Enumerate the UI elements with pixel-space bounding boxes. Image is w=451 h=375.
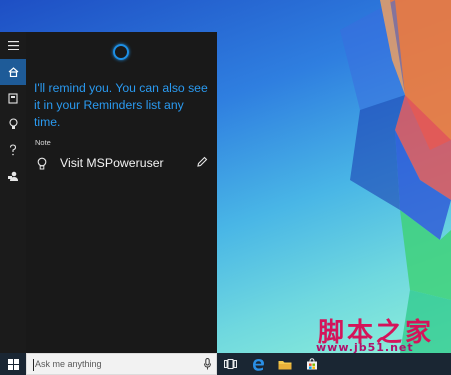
store-button[interactable]: [299, 353, 325, 375]
taskbar: [0, 353, 451, 375]
notebook-icon: [8, 92, 18, 104]
microphone-button[interactable]: [199, 356, 215, 372]
note-label: Note: [35, 138, 51, 147]
lightbulb-icon: [37, 157, 47, 170]
pencil-icon: [197, 156, 208, 167]
search-input[interactable]: [35, 354, 195, 374]
hamburger-menu-icon: [7, 40, 19, 50]
text-caret: [33, 359, 34, 371]
reminder-title: Visit MSPoweruser: [60, 156, 164, 170]
help-icon: [9, 144, 17, 156]
feedback-icon: [7, 171, 18, 181]
windows-start-icon: [7, 358, 19, 370]
file-explorer-icon: [278, 360, 292, 369]
lightbulb-icon: [8, 118, 18, 129]
sidebar-item-notebook[interactable]: [0, 85, 26, 111]
sidebar-item-feedback[interactable]: [0, 163, 26, 189]
file-explorer-button[interactable]: [272, 353, 298, 375]
edit-reminder-button[interactable]: [192, 152, 212, 172]
cortana-panel: I'll remind you. You can also see it in …: [26, 32, 217, 353]
sidebar-item-help[interactable]: [0, 137, 26, 163]
cortana-search-box[interactable]: [26, 353, 217, 375]
microphone-icon: [203, 358, 211, 370]
task-view-button[interactable]: [217, 353, 243, 375]
sidebar-item-reminders[interactable]: [0, 111, 26, 137]
cortana-logo-icon: [113, 44, 129, 60]
edge-browser-icon: [252, 358, 264, 371]
store-icon: [307, 358, 317, 370]
edge-browser-button[interactable]: [245, 353, 271, 375]
home-icon: [8, 67, 18, 77]
start-button[interactable]: [0, 353, 26, 375]
task-view-icon: [223, 359, 237, 369]
hamburger-menu-button[interactable]: [0, 32, 26, 58]
reminder-item[interactable]: Visit MSPoweruser: [34, 152, 214, 176]
cortana-sidebar: [0, 32, 26, 353]
sidebar-item-home[interactable]: [0, 59, 26, 85]
cortana-response: I'll remind you. You can also see it in …: [34, 81, 208, 129]
